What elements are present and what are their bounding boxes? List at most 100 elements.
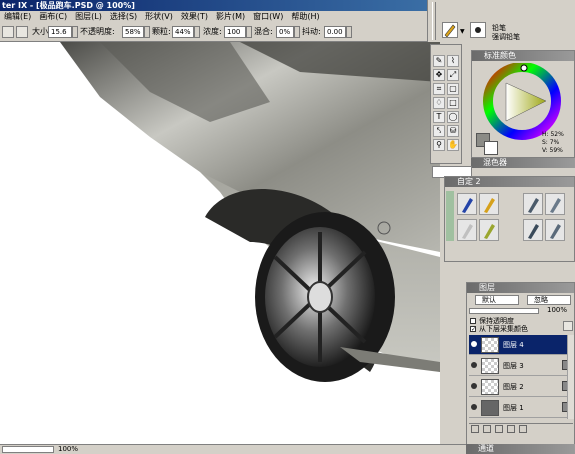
additional-color-swatch[interactable] — [484, 141, 498, 155]
menu-help[interactable]: 帮助(H) — [287, 11, 323, 22]
rect-select-icon[interactable]: ▢ — [447, 83, 459, 95]
layers-panel-header[interactable]: 图层 — [467, 283, 574, 293]
layer-commands-bar — [469, 423, 573, 433]
property-bar: 大小: 15.6 不透明度: 58% 颗粒: 44% 浓度: 100 混合: 0… — [0, 22, 432, 42]
color-panel-title: 标准颜色 — [484, 51, 516, 60]
layer-row[interactable]: 图层 2 — [469, 377, 569, 397]
blend-field[interactable]: 0% — [276, 26, 294, 38]
document-canvas[interactable] — [0, 42, 440, 444]
transform-tool-icon[interactable]: ⤢ — [447, 69, 459, 81]
menu-shapes[interactable]: 形状(V) — [141, 11, 177, 22]
custom-palette-panel: 自定 2 — [444, 176, 575, 262]
shape-tool-icon[interactable]: □ — [447, 97, 459, 109]
layer-row[interactable]: 图层 3 — [469, 356, 569, 376]
menu-layers[interactable]: 图层(L) — [71, 11, 106, 22]
value-readout: V: 59% — [542, 147, 563, 154]
brush-slot-6-icon[interactable] — [479, 219, 499, 241]
layers-scrollbar[interactable] — [567, 335, 574, 419]
eyedropper-icon[interactable]: ⤣ — [433, 125, 445, 137]
brush-slot-5-icon[interactable] — [457, 219, 477, 241]
brush-dab-icon[interactable] — [16, 26, 28, 38]
visibility-eye-icon[interactable] — [471, 383, 477, 389]
channels-panel-title: 通道 — [478, 444, 494, 453]
opacity-slider[interactable] — [469, 308, 539, 314]
brush-slot-3-icon[interactable] — [523, 193, 543, 215]
reset-tool-icon[interactable] — [2, 26, 14, 38]
brush-variant-name[interactable]: 强调铅笔 — [492, 32, 520, 42]
visibility-eye-icon[interactable] — [471, 404, 477, 410]
crop-tool-icon[interactable]: ⌗ — [433, 83, 445, 95]
paint-bucket-icon[interactable]: ⛁ — [447, 125, 459, 137]
layer-options-icon[interactable] — [563, 321, 573, 331]
dropper-tool-icon[interactable]: ⌇ — [447, 55, 459, 67]
new-layer-icon[interactable] — [507, 425, 515, 433]
grip-handle[interactable] — [432, 2, 436, 40]
category-dropdown-icon[interactable]: ▼ — [460, 28, 466, 35]
palette-side-strip — [446, 191, 454, 241]
window-title: ter IX - [极品跑车.PSD @ 100%] — [2, 1, 135, 10]
brush-tool-icon[interactable]: ✎ — [433, 55, 445, 67]
delete-layer-icon[interactable] — [519, 425, 527, 433]
brush-slot-7-icon[interactable] — [523, 219, 543, 241]
channels-panel-header[interactable]: 通道 — [466, 444, 575, 454]
jitter-stepper[interactable] — [346, 26, 352, 38]
layer-opacity-value[interactable]: 100% — [547, 306, 567, 314]
brush-slot-2-icon[interactable] — [479, 193, 499, 215]
brush-slot-1-icon[interactable] — [457, 193, 477, 215]
layer-mask-icon[interactable] — [495, 425, 503, 433]
pen-tool-icon[interactable]: ♢ — [433, 97, 445, 109]
opacity-label: 不透明度: — [80, 27, 115, 36]
brush-slot-4-icon[interactable] — [545, 193, 565, 215]
menu-canvas[interactable]: 画布(C) — [35, 11, 71, 22]
layer-row[interactable]: 图层 4 — [469, 335, 569, 355]
menu-window[interactable]: 窗口(W) — [249, 11, 287, 22]
move-tool-icon[interactable]: ✥ — [433, 69, 445, 81]
brush-slot-8-icon[interactable] — [545, 219, 565, 241]
layers-panel-title: 图层 — [479, 283, 495, 292]
menu-effects[interactable]: 效果(T) — [177, 11, 212, 22]
layer-name: 图层 3 — [503, 362, 524, 370]
resaturation-field[interactable]: 100 — [224, 26, 246, 38]
color-panel-header[interactable]: 标准颜色 — [472, 51, 574, 61]
grain-field[interactable]: 44% — [172, 26, 194, 38]
grain-stepper[interactable] — [194, 26, 200, 38]
layer-name: 图层 4 — [503, 341, 524, 349]
menu-movie[interactable]: 影片(M) — [212, 11, 249, 22]
ellipse-tool-icon[interactable]: ◯ — [447, 111, 459, 123]
layer-thumbnail — [481, 337, 499, 353]
pick-underlying-checkbox[interactable]: ✓ — [470, 326, 476, 333]
saturation-readout: S: 7% — [542, 139, 560, 146]
painter-window: ter IX - [极品跑车.PSD @ 100%] 编辑(E) 画布(C) 图层(… — [0, 0, 575, 454]
dynamic-plugins-icon[interactable] — [483, 425, 491, 433]
grain-label: 颗粒: — [152, 27, 171, 36]
navigator-slider[interactable] — [2, 446, 54, 453]
opacity-stepper[interactable] — [144, 26, 150, 38]
brush-variant-icon[interactable] — [470, 22, 486, 38]
layer-name: 图层 1 — [503, 404, 524, 412]
preserve-transparency-checkbox[interactable] — [470, 318, 476, 324]
layer-row[interactable]: 图层 1 — [469, 398, 569, 418]
menu-select[interactable]: 选择(S) — [106, 11, 141, 22]
mixer-panel-header[interactable]: 混色器 — [471, 158, 575, 168]
resaturation-stepper[interactable] — [246, 26, 252, 38]
size-stepper[interactable] — [72, 26, 78, 38]
brush-category-icon[interactable] — [442, 22, 458, 38]
custom-palette-header[interactable]: 自定 2 — [445, 177, 574, 187]
size-field[interactable]: 15.6 — [48, 26, 72, 38]
visibility-eye-icon[interactable] — [471, 362, 477, 368]
menu-edit[interactable]: 编辑(E) — [0, 11, 35, 22]
brush-selector-bar: ▼ 铅笔 强调铅笔 — [427, 0, 575, 42]
composite-depth-select[interactable]: 忽略 — [527, 295, 571, 305]
opacity-field[interactable]: 58% — [122, 26, 144, 38]
jitter-field[interactable]: 0.00 — [324, 26, 346, 38]
zoom-level[interactable]: 100% — [58, 445, 78, 454]
visibility-eye-icon[interactable] — [471, 341, 477, 347]
composite-method-select[interactable]: 默认 — [475, 295, 519, 305]
blend-stepper[interactable] — [294, 26, 300, 38]
color-panel: 标准颜色 H: 52% S: 7% V: 59% — [471, 50, 575, 158]
zoom-tool-icon[interactable]: ⚲ — [433, 139, 445, 151]
layer-adjust-icon[interactable] — [471, 425, 479, 433]
text-tool-icon[interactable]: T — [433, 111, 445, 123]
custom-palette-title: 自定 2 — [457, 177, 481, 186]
hand-tool-icon[interactable]: ✋ — [447, 139, 459, 151]
